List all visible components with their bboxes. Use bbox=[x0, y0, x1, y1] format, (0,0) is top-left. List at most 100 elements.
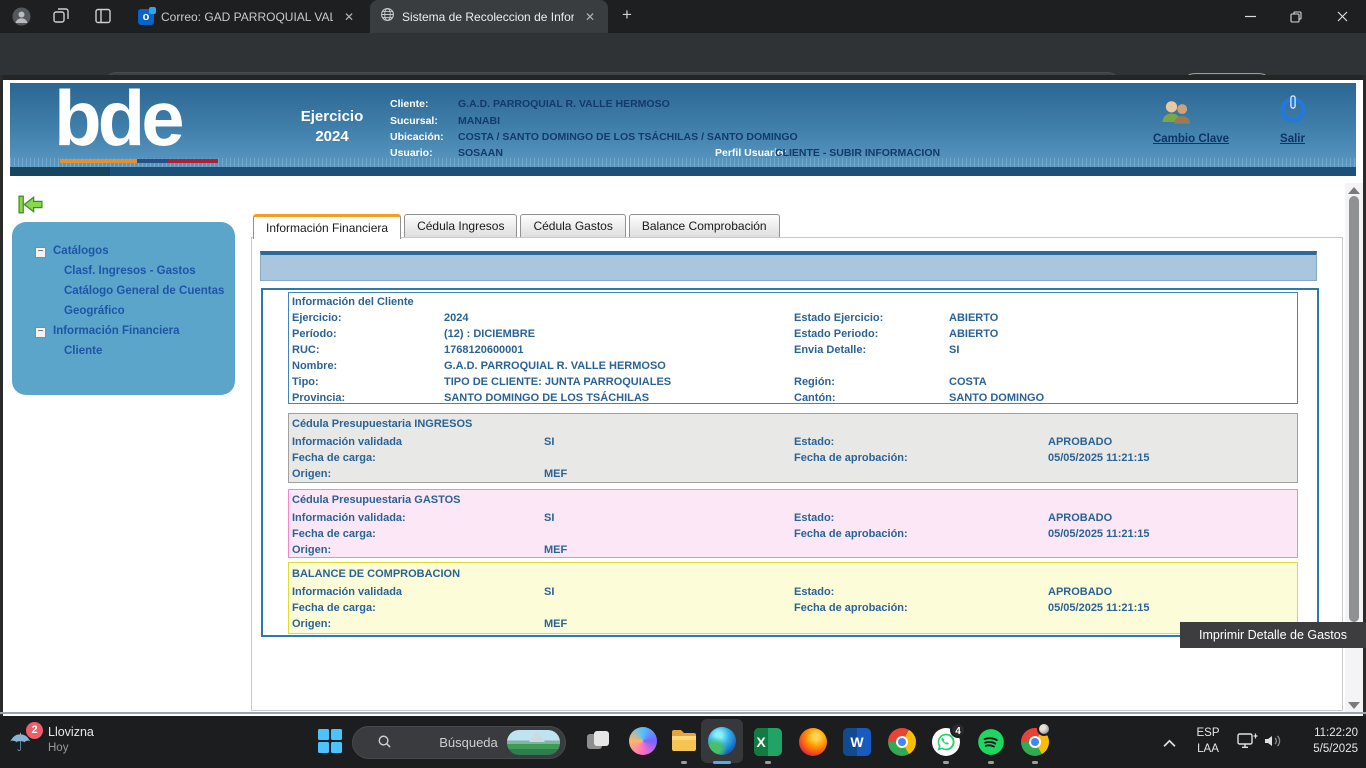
task-view-icon[interactable] bbox=[585, 728, 615, 758]
language-indicator[interactable]: ESPLAA bbox=[1192, 725, 1224, 757]
tree-collapse-icon[interactable]: − bbox=[35, 247, 46, 258]
scroll-down-icon[interactable] bbox=[1348, 702, 1360, 709]
scrollbar-thumb[interactable] bbox=[1349, 196, 1359, 622]
tab-cedula-ingresos[interactable]: Cédula Ingresos bbox=[404, 214, 517, 237]
exercise-year: Ejercicio2024 bbox=[278, 107, 386, 147]
bde-logo: bde bbox=[54, 73, 181, 164]
file-explorer-icon[interactable] bbox=[670, 728, 700, 758]
field-value: 2024 bbox=[444, 312, 468, 324]
field-label: Fecha de aprobación: bbox=[794, 452, 908, 464]
window-restore-button[interactable] bbox=[1273, 0, 1319, 33]
panel-title: Cédula Presupuestaria GASTOS bbox=[292, 494, 461, 506]
panel-title: Información del Cliente bbox=[292, 296, 414, 308]
network-icon[interactable] bbox=[1237, 732, 1258, 755]
power-icon[interactable] bbox=[1277, 94, 1309, 131]
firefox-icon[interactable] bbox=[799, 728, 829, 758]
field-label: Cantón: bbox=[794, 392, 836, 404]
tab-close-icon[interactable]: ✕ bbox=[585, 10, 595, 24]
field-label: Fecha de aprobación: bbox=[794, 602, 908, 614]
field-value: 05/05/2025 11:21:15 bbox=[1048, 528, 1150, 540]
field-label: Fecha de carga: bbox=[292, 528, 376, 540]
field-label: Información validada bbox=[292, 586, 402, 598]
field-value: MEF bbox=[544, 468, 567, 480]
tab-close-icon[interactable]: ✕ bbox=[344, 10, 354, 24]
tree-collapse-icon[interactable]: − bbox=[35, 327, 46, 338]
financial-info-container: Información del Cliente Ejercicio: 2024 … bbox=[261, 288, 1319, 637]
windows-taskbar: ☂ 2 Llovizna Hoy Búsqueda X W bbox=[0, 716, 1366, 768]
tab-actions-icon[interactable] bbox=[94, 7, 112, 30]
client-value: G.A.D. PARROQUIAL R. VALLE HERMOSO bbox=[458, 98, 670, 110]
field-label: Estado: bbox=[794, 512, 834, 524]
location-label: Ubicación: bbox=[390, 131, 444, 143]
field-label: Origen: bbox=[292, 618, 331, 630]
tab-cedula-gastos[interactable]: Cédula Gastos bbox=[520, 214, 625, 237]
browser-tab-sistema[interactable]: Sistema de Recoleccion de Inform ✕ bbox=[370, 0, 608, 33]
taskbar-search[interactable]: Búsqueda bbox=[352, 726, 566, 759]
excel-icon[interactable]: X bbox=[754, 728, 784, 758]
sidebar-item-catalogos[interactable]: Catálogos bbox=[53, 245, 109, 257]
panel-title: BALANCE DE COMPROBACION bbox=[292, 568, 460, 580]
speaker-icon[interactable] bbox=[1263, 733, 1283, 754]
field-label: Estado Ejercicio: bbox=[794, 312, 883, 324]
tab-title: Sistema de Recoleccion de Inform bbox=[402, 10, 574, 24]
start-button[interactable] bbox=[318, 729, 348, 759]
field-label: Nombre: bbox=[292, 360, 337, 372]
clock[interactable]: 11:22:205/5/2025 bbox=[1296, 725, 1358, 757]
location-value: COSTA / SANTO DOMINGO DE LOS TSÁCHILAS /… bbox=[458, 131, 798, 143]
search-placeholder: Búsqueda bbox=[439, 735, 498, 750]
chrome-icon[interactable] bbox=[888, 728, 918, 758]
tab-balance-comprobacion[interactable]: Balance Comprobación bbox=[629, 214, 780, 237]
field-label: Fecha de carga: bbox=[292, 602, 376, 614]
browser-tab-mail[interactable]: o Correo: GAD PARROQUIAL VALLE ✕ bbox=[128, 0, 366, 33]
window-minimize-button[interactable] bbox=[1227, 0, 1273, 33]
outlook-icon: o bbox=[138, 9, 154, 25]
spotify-icon[interactable] bbox=[977, 728, 1007, 758]
sidebar-item-catalogo-general[interactable]: Catálogo General de Cuentas bbox=[64, 285, 224, 297]
client-label: Cliente: bbox=[390, 98, 429, 110]
tab-informacion-financiera[interactable]: Información Financiera bbox=[253, 214, 401, 239]
section-header-band bbox=[260, 251, 1317, 281]
word-icon[interactable]: W bbox=[843, 728, 873, 758]
profile-avatar-icon[interactable] bbox=[12, 7, 31, 31]
client-info-panel: Información del Cliente Ejercicio: 2024 … bbox=[288, 292, 1298, 404]
field-value: APROBADO bbox=[1048, 586, 1112, 598]
sidebar-item-informacion-financiera[interactable]: Información Financiera bbox=[53, 325, 180, 337]
search-highlight-image[interactable] bbox=[507, 730, 560, 755]
user-label: Usuario: bbox=[390, 147, 433, 159]
field-value: MEF bbox=[544, 544, 567, 556]
logout-link[interactable]: Salir bbox=[1265, 133, 1320, 145]
users-icon[interactable] bbox=[1158, 98, 1194, 133]
window-close-button[interactable] bbox=[1319, 0, 1365, 33]
logo-stripe-blue bbox=[137, 159, 168, 163]
profile-value: CLIENTE - SUBIR INFORMACION bbox=[775, 147, 940, 159]
sidebar-item-geografico[interactable]: Geográfico bbox=[64, 305, 125, 317]
copilot-taskbar-icon[interactable] bbox=[629, 727, 659, 757]
web-page: bde Ejercicio2024 Cliente: G.A.D. PARROQ… bbox=[0, 75, 1366, 716]
field-value: SI bbox=[544, 586, 554, 598]
field-value: SI bbox=[544, 512, 554, 524]
field-label: Fecha de aprobación: bbox=[794, 528, 908, 540]
scroll-up-icon[interactable] bbox=[1348, 187, 1360, 194]
weather-day: Hoy bbox=[48, 742, 68, 754]
edge-icon[interactable] bbox=[708, 727, 738, 757]
field-value: SI bbox=[949, 344, 959, 356]
change-password-link[interactable]: Cambio Clave bbox=[1141, 133, 1241, 145]
tray-chevron-icon[interactable] bbox=[1163, 735, 1176, 753]
balance-comprobacion-panel: BALANCE DE COMPROBACION Información vali… bbox=[288, 562, 1298, 634]
sidebar-item-clasf-ingresos-gastos[interactable]: Clasf. Ingresos - Gastos bbox=[64, 265, 196, 277]
field-label: Tipo: bbox=[292, 376, 319, 388]
browser-navbar: ← https://consulta.bde.fin.ec/WebSim/Log… bbox=[0, 33, 1366, 75]
collapse-sidebar-arrow-icon[interactable] bbox=[17, 193, 44, 221]
workspaces-icon[interactable] bbox=[52, 7, 70, 30]
new-tab-button[interactable]: + bbox=[622, 5, 632, 25]
sidebar-item-cliente[interactable]: Cliente bbox=[64, 345, 102, 357]
branch-value: MANABI bbox=[458, 115, 500, 127]
field-label: Origen: bbox=[292, 544, 331, 556]
cedula-ingresos-panel: Cédula Presupuestaria INGRESOS Informaci… bbox=[288, 413, 1298, 483]
field-label: Estado Periodo: bbox=[794, 328, 878, 340]
field-label: Información validada: bbox=[292, 512, 406, 524]
field-label: Región: bbox=[794, 376, 835, 388]
field-value: (12) : DICIEMBRE bbox=[444, 328, 535, 340]
field-value: G.A.D. PARROQUIAL R. VALLE HERMOSO bbox=[444, 360, 666, 372]
field-label: Estado: bbox=[794, 436, 834, 448]
